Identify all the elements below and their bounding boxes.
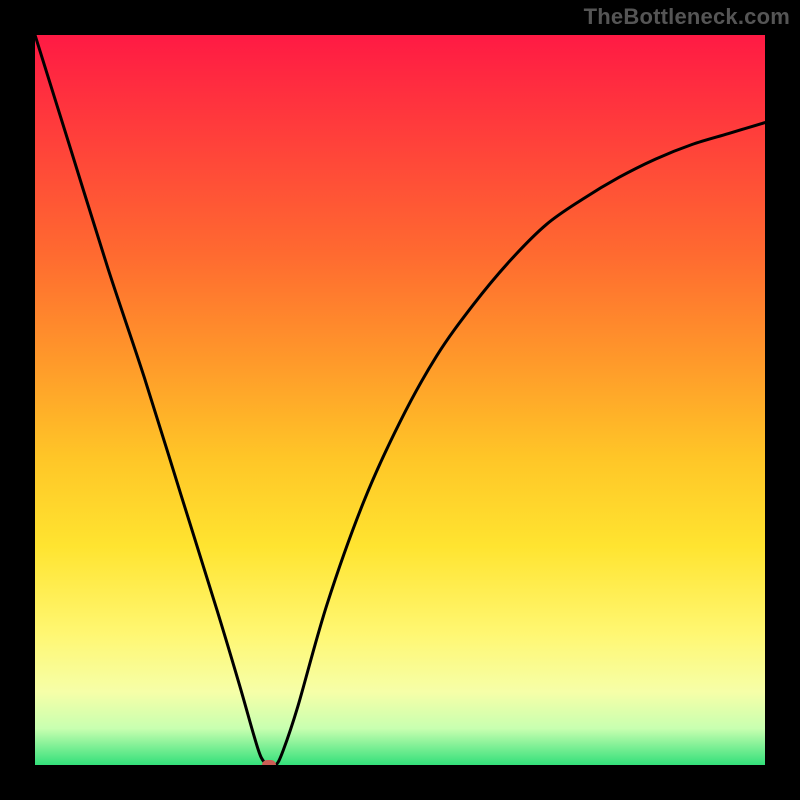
plot-area <box>35 35 765 765</box>
optimum-marker <box>262 760 276 765</box>
bottleneck-curve <box>35 35 765 765</box>
curve-path <box>35 35 765 765</box>
chart-frame: TheBottleneck.com <box>0 0 800 800</box>
watermark-text: TheBottleneck.com <box>584 4 790 30</box>
